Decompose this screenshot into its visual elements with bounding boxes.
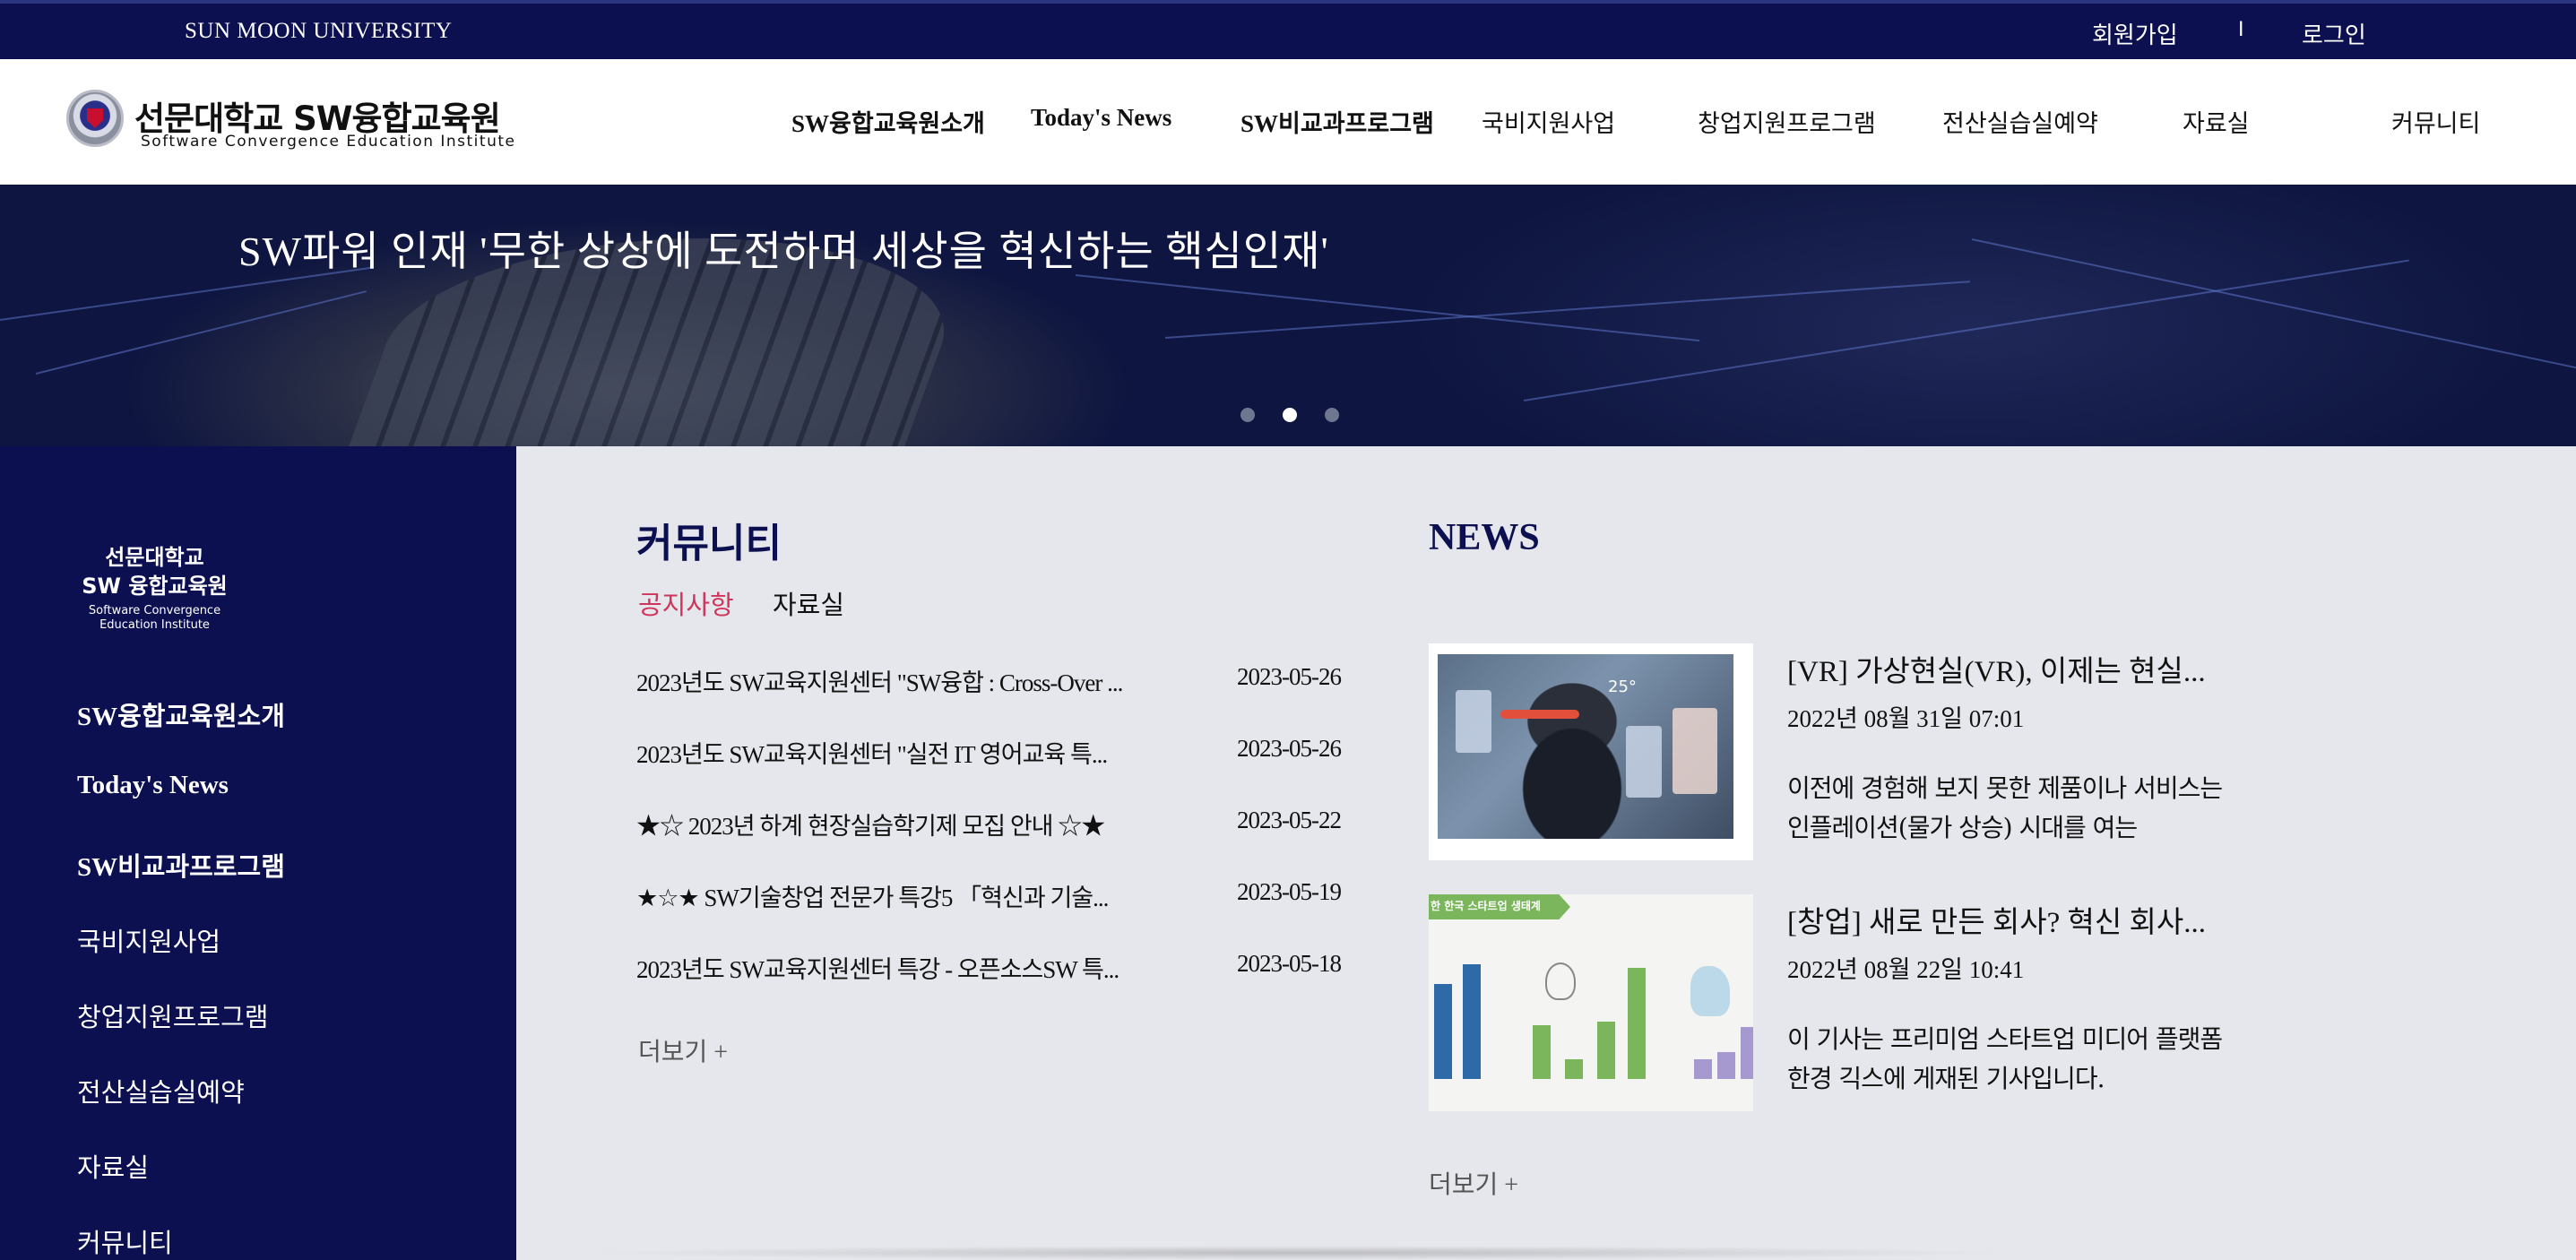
notice-date: 2023-05-22 [1237,807,1342,833]
sidebar-item-gov-support[interactable]: 국비지원사업 [77,921,220,959]
nav-item-todays-news[interactable]: Today's News [1031,104,1171,132]
vr-image: 25° [1438,654,1733,839]
notice-title[interactable]: ★☆★ SW기술창업 전문가 특강5 「혁신과 기술... [636,878,1156,913]
news-more-link[interactable]: 더보기 + [1429,1165,1518,1201]
slide-indicator-1[interactable] [1240,408,1255,422]
sidebar-item-startup[interactable]: 창업지원프로그램 [77,997,268,1034]
sidebar-item-archive[interactable]: 자료실 [77,1147,149,1185]
tab-archive[interactable]: 자료실 [773,584,844,622]
notice-title[interactable]: 2023년도 SW교육지원센터 "실전 IT 영어교육 특... [636,735,1156,770]
nav-item-extracurricular[interactable]: SW비교과프로그램 [1240,104,1434,139]
infographic-bar [1628,968,1646,1079]
sidebar-item-extracurricular[interactable]: SW비교과프로그램 [77,846,285,884]
hologram-panel [1456,690,1491,753]
hologram-panel [1626,726,1662,798]
weather-readout: 25° [1608,677,1637,696]
news-excerpt: 이 기사는 프리미엄 스타트업 미디어 플랫폼 한경 긱스에 게재된 기사입니다… [1787,1024,2223,1093]
hologram-panel [1673,708,1717,794]
infographic-ribbon: 한 한국 스타트업 생태계 [1429,894,1570,919]
hero-banner: SW파워 인재 '무한 상상에 도전하며 세상을 혁신하는 핵심인재' [0,185,2576,446]
nav-item-startup[interactable]: 창업지원프로그램 [1698,104,1876,139]
logo-subtitle: Software Convergence Education Institute [141,133,516,151]
content-shadow [583,1246,2017,1260]
site-header: 선문대학교 SW융합교육원 Software Convergence Educa… [0,59,2576,185]
community-more-link[interactable]: 더보기 + [638,1032,728,1068]
sidebar: 선문대학교 SW 융합교육원 Software Convergence Educ… [0,446,516,1260]
signup-link[interactable]: 회원가입 [2092,17,2178,50]
circuit-trace [1971,238,2576,371]
slide-indicator-2[interactable] [1283,408,1297,422]
nav-item-archive[interactable]: 자료실 [2183,104,2250,139]
news-thumbnail-startup[interactable]: 한 한국 스타트업 생태계 [1429,894,1753,1111]
notice-date: 2023-05-18 [1237,950,1342,977]
notice-title[interactable]: 2023년도 SW교육지원센터 "SW융합 : Cross-Over ... [636,663,1156,698]
notice-date: 2023-05-19 [1237,878,1342,905]
university-emblem-icon[interactable] [66,90,124,147]
nav-item-gov-support[interactable]: 국비지원사업 [1482,104,1615,139]
infographic-bar [1565,1059,1583,1079]
sidebar-item-sw-intro[interactable]: SW융합교육원소개 [77,695,285,733]
unicorn-icon [1690,966,1730,1016]
sidebar-logo-title[interactable]: 선문대학교 SW 융합교육원 [0,543,309,600]
infographic-bar [1463,964,1481,1079]
sidebar-logo-line1: 선문대학교 [105,545,204,570]
hero-headline: SW파워 인재 '무한 상상에 도전하며 세상을 혁신하는 핵심인재' [238,229,1329,274]
infographic-bar [1717,1052,1735,1079]
nav-item-lab-reservation[interactable]: 전산실습실예약 [1942,104,2098,139]
nav-item-community[interactable]: 커뮤니티 [2391,104,2480,139]
notice-title[interactable]: ★☆ 2023년 하계 현장실습학기제 모집 안내 ☆★ [636,807,1156,841]
news-excerpt: 이전에 경험해 보지 못한 제품이나 서비스는 인플레이션(물가 상승) 시대를… [1787,773,2223,842]
news-title: NEWS [1429,517,1540,558]
sidebar-logo-line3: Software Convergence [88,604,221,617]
infographic-bar [1741,1027,1753,1079]
circuit-trace [35,290,367,375]
slide-indicator-3[interactable] [1325,408,1339,422]
ribbon-label: 한 한국 스타트업 생태계 [1431,900,1541,912]
vr-headband [1500,710,1579,719]
lightbulb-icon [1545,962,1576,1000]
login-link[interactable]: 로그인 [2302,17,2366,50]
news-headline[interactable]: [VR] 가상현실(VR), 이제는 현실... [1787,647,2235,690]
infographic-bar [1597,1022,1615,1079]
news-thumbnail-vr[interactable]: 25° [1429,643,1753,860]
nav-item-sw-intro[interactable]: SW융합교육원소개 [791,104,985,139]
sidebar-logo-line4: Education Institute [99,618,210,632]
news-headline[interactable]: [창업] 새로 만든 회사? 혁신 회사... [1787,898,2235,941]
tab-notices[interactable]: 공지사항 [638,584,734,622]
university-link[interactable]: SUN MOON UNIVERSITY [185,19,452,44]
notice-title[interactable]: 2023년도 SW교육지원센터 특강 - 오픈소스SW 특... [636,950,1156,985]
infographic-bar [1434,984,1452,1079]
sidebar-item-todays-news[interactable]: Today's News [77,771,229,800]
separator: I [2238,19,2244,41]
notice-date: 2023-05-26 [1237,735,1342,762]
sidebar-logo-subtitle: Software Convergence Education Institute [0,604,309,633]
community-title: 커뮤니티 [636,522,782,565]
startup-infographic-image: 한 한국 스타트업 생태계 [1429,894,1753,1111]
notice-date: 2023-05-26 [1237,663,1342,690]
infographic-bar [1694,1059,1712,1079]
sidebar-item-lab-reservation[interactable]: 전산실습실예약 [77,1072,245,1109]
circuit-trace [1164,280,1970,339]
top-utility-bar: SUN MOON UNIVERSITY 회원가입 I 로그인 [0,0,2576,59]
sidebar-logo-line2: SW 융합교육원 [82,574,228,599]
infographic-bar [1533,1025,1551,1079]
news-date: 2022년 08월 22일 10:41 [1787,956,2025,983]
news-date: 2022년 08월 31일 07:01 [1787,705,2025,732]
sidebar-item-community[interactable]: 커뮤니티 [77,1222,173,1260]
